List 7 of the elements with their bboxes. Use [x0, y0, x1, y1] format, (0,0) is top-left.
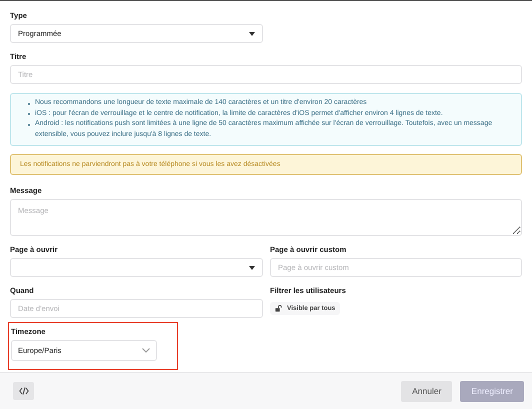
cancel-button[interactable]: Annuler — [401, 380, 452, 402]
caret-icon — [249, 266, 255, 270]
code-button[interactable] — [13, 382, 34, 400]
unlock-icon — [275, 305, 282, 312]
caret-icon — [249, 32, 255, 36]
chevron-icon — [142, 348, 150, 353]
code-icon — [18, 387, 28, 395]
